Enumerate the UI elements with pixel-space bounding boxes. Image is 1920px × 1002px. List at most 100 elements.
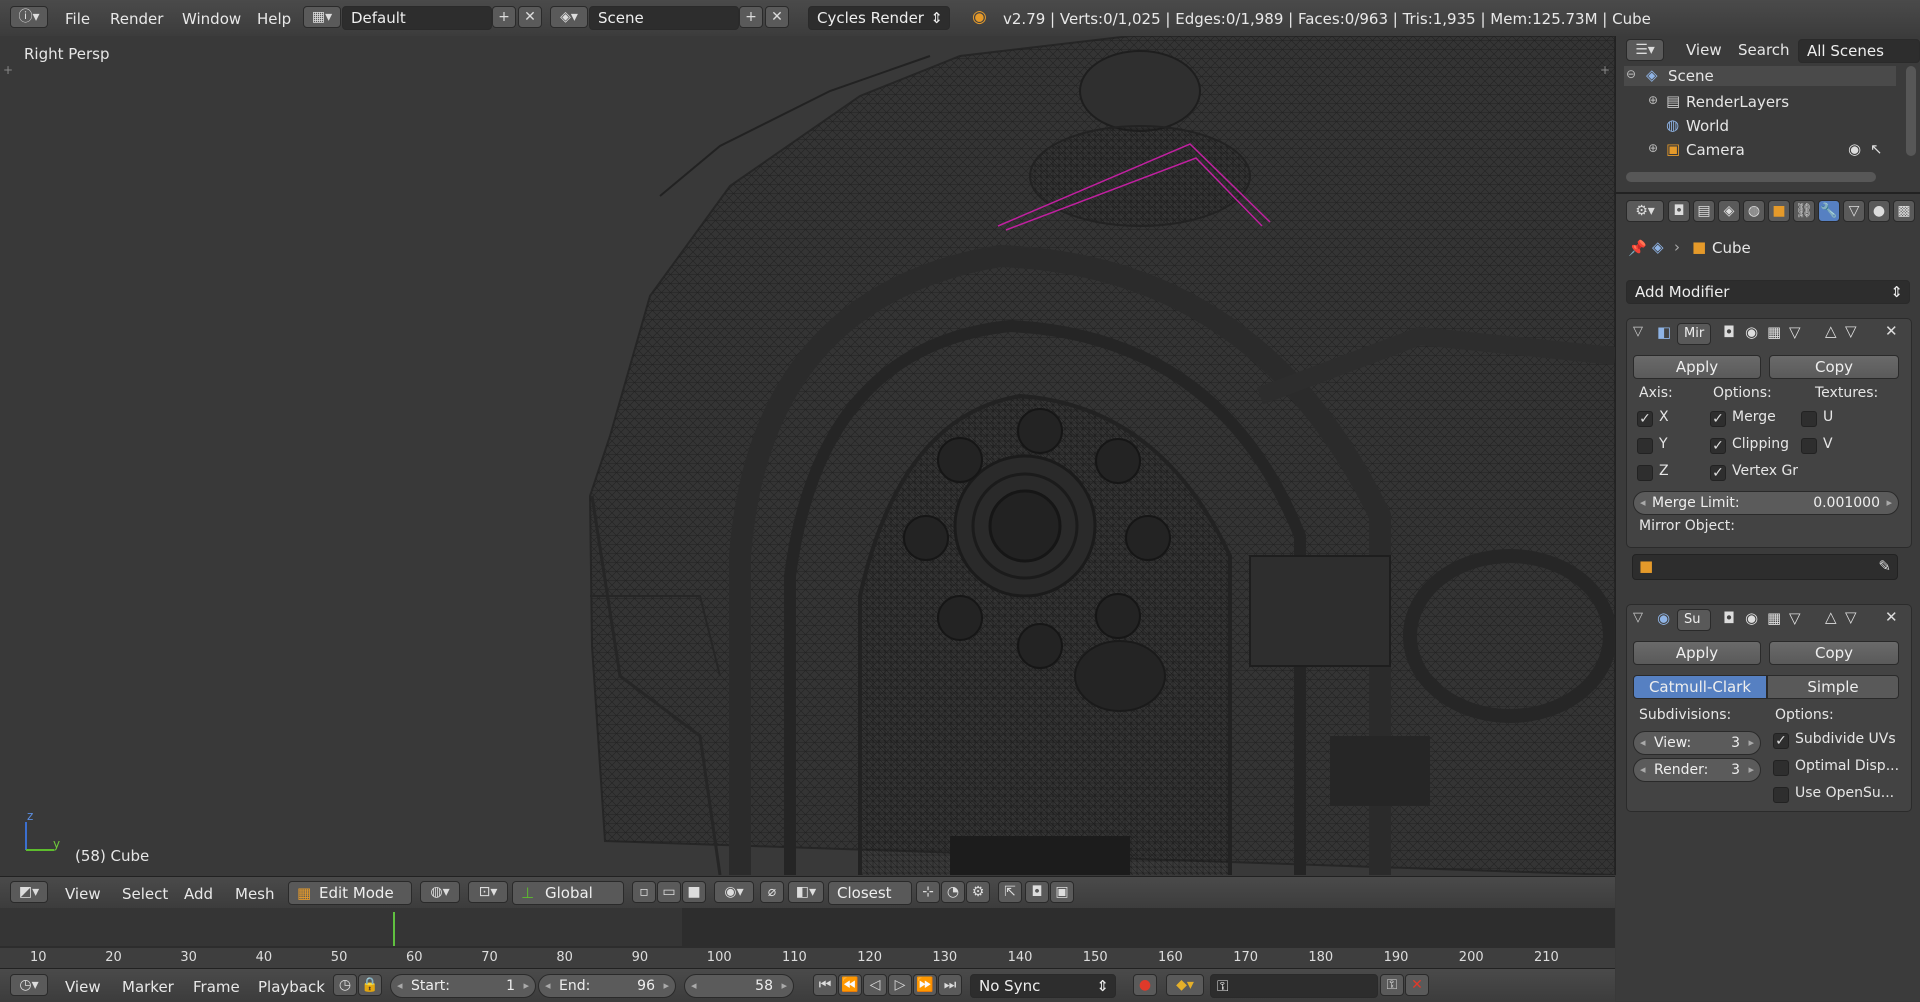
- outliner-row-camera[interactable]: ⊕ ▣ Camera ◉ ↖: [1624, 140, 1896, 160]
- menu-marker[interactable]: Marker: [122, 978, 174, 996]
- lock-range-icon[interactable]: 🔒: [358, 974, 382, 996]
- current-frame-field[interactable]: ◂ 58 ▸: [684, 974, 794, 998]
- properties-toggle-icon[interactable]: +: [1600, 63, 1610, 77]
- use-opensubdiv-checkbox[interactable]: [1773, 787, 1789, 803]
- toolshelf-toggle-icon[interactable]: +: [3, 63, 13, 77]
- modifiers-tab-icon[interactable]: 🔧: [1818, 200, 1840, 222]
- jump-prev-keyframe-icon[interactable]: ⏪: [838, 974, 862, 996]
- decrement-arrow-icon[interactable]: ◂: [1640, 732, 1646, 754]
- proportional-edit-icon[interactable]: ◉▾: [714, 881, 754, 903]
- outliner-row-renderlayers[interactable]: ⊕ ▤ RenderLayers: [1624, 92, 1896, 112]
- scene-tab-icon[interactable]: ◈: [1718, 200, 1740, 222]
- menu-window[interactable]: Window: [182, 10, 241, 28]
- outliner-row-scene[interactable]: ⊖ ◈ Scene: [1624, 66, 1896, 86]
- 3d-viewport[interactable]: Right Persp (58) Cube z y + +: [0, 36, 1616, 875]
- outliner-scrollbar-h[interactable]: [1626, 172, 1876, 182]
- menu-render[interactable]: Render: [110, 10, 163, 28]
- render-tab-icon[interactable]: ◘: [1668, 200, 1690, 222]
- outliner-editor-icon[interactable]: ☰▾: [1626, 39, 1664, 61]
- start-frame-field[interactable]: ◂ Start: 1 ▸: [390, 974, 536, 998]
- snap-self-icon[interactable]: ⚙: [966, 881, 990, 903]
- collapse-triangle-icon[interactable]: ▽: [1633, 610, 1643, 625]
- move-down-icon[interactable]: ▽: [1845, 322, 1857, 340]
- increment-arrow-icon[interactable]: ▸: [1748, 759, 1754, 781]
- decrement-arrow-icon[interactable]: ◂: [397, 975, 403, 997]
- increment-arrow-icon[interactable]: ▸: [663, 975, 669, 997]
- menu-frame[interactable]: Frame: [193, 978, 240, 996]
- eyedropper-icon[interactable]: ✎: [1878, 557, 1891, 575]
- selectability-cursor-icon[interactable]: ↖: [1870, 140, 1883, 158]
- increment-arrow-icon[interactable]: ▸: [1886, 492, 1892, 514]
- snap-align-icon[interactable]: ⊹: [916, 881, 940, 903]
- snap-element-icon[interactable]: ◧▾: [788, 881, 824, 903]
- add-modifier-select[interactable]: Add Modifier ⇕: [1626, 280, 1910, 304]
- add-scene-icon[interactable]: +: [739, 6, 763, 28]
- scene-field[interactable]: Scene: [589, 6, 739, 30]
- pin-icon[interactable]: 📌: [1628, 239, 1647, 257]
- data-tab-icon[interactable]: ▽: [1843, 200, 1865, 222]
- cage-icon[interactable]: ▽: [1789, 609, 1801, 627]
- viewport-eye-icon[interactable]: ◉: [1745, 323, 1758, 341]
- add-screen-icon[interactable]: +: [492, 6, 516, 28]
- decrement-arrow-icon[interactable]: ◂: [691, 975, 697, 997]
- face-select-icon[interactable]: ■: [682, 881, 706, 903]
- render-preview-icon[interactable]: ◘: [1025, 881, 1049, 903]
- menu-file[interactable]: File: [65, 10, 90, 28]
- jump-next-keyframe-icon[interactable]: ⏩: [913, 974, 937, 996]
- playhead[interactable]: [393, 912, 395, 946]
- texture-tab-icon[interactable]: ▩: [1893, 200, 1915, 222]
- texture-v-checkbox[interactable]: [1801, 438, 1817, 454]
- increment-arrow-icon[interactable]: ▸: [523, 975, 529, 997]
- render-animation-icon[interactable]: ▣: [1050, 881, 1074, 903]
- move-up-icon[interactable]: △: [1825, 608, 1837, 626]
- move-down-icon[interactable]: ▽: [1845, 608, 1857, 626]
- scene-icon[interactable]: ◈▾: [550, 6, 588, 28]
- viewport-eye-icon[interactable]: ◉: [1745, 609, 1758, 627]
- outliner-menu-view[interactable]: View: [1686, 41, 1722, 59]
- auto-keying-record-icon[interactable]: ●: [1133, 974, 1157, 996]
- timeline-editor-icon[interactable]: ◷▾: [10, 974, 48, 996]
- active-keying-set-field[interactable]: ⚿: [1210, 974, 1378, 998]
- expand-icon[interactable]: ⊕: [1648, 93, 1658, 107]
- transform-orientation-select[interactable]: ⊥ Global: [512, 881, 624, 905]
- axis-x-checkbox[interactable]: ✓: [1637, 411, 1653, 427]
- outliner-row-world[interactable]: ◍ World: [1624, 116, 1896, 136]
- collapse-icon[interactable]: ⊖: [1626, 67, 1636, 81]
- end-frame-field[interactable]: ◂ End: 96 ▸: [538, 974, 676, 998]
- menu-select[interactable]: Select: [122, 885, 168, 903]
- subdiv-render-field[interactable]: ◂ Render: 3 ▸: [1633, 758, 1761, 782]
- play-icon[interactable]: ▷: [888, 974, 912, 996]
- insert-keyframe-icon[interactable]: ⚿: [1380, 974, 1404, 996]
- menu-view[interactable]: View: [65, 885, 101, 903]
- material-tab-icon[interactable]: ●: [1868, 200, 1890, 222]
- outliner-filter-select[interactable]: All Scenes: [1798, 39, 1920, 63]
- decrement-arrow-icon[interactable]: ◂: [545, 975, 551, 997]
- play-reverse-icon[interactable]: ◁: [863, 974, 887, 996]
- mirror-name-field[interactable]: Mir: [1677, 323, 1711, 345]
- increment-arrow-icon[interactable]: ▸: [781, 975, 787, 997]
- increment-arrow-icon[interactable]: ▸: [1748, 732, 1754, 754]
- screen-layout-icon[interactable]: ▦▾: [303, 6, 341, 28]
- snap-target-select[interactable]: Closest: [828, 881, 912, 905]
- delete-keyframe-icon[interactable]: ✕: [1405, 974, 1429, 996]
- layers-icon[interactable]: ⇱: [998, 881, 1022, 903]
- sync-select[interactable]: No Sync ⇕: [970, 974, 1116, 998]
- axis-y-checkbox[interactable]: [1637, 438, 1653, 454]
- outliner-menu-search[interactable]: Search: [1738, 41, 1790, 59]
- optimal-display-checkbox[interactable]: [1773, 760, 1789, 776]
- jump-start-icon[interactable]: ⏮: [813, 974, 837, 996]
- object-tab-icon[interactable]: ■: [1768, 200, 1790, 222]
- axis-z-checkbox[interactable]: [1637, 465, 1653, 481]
- render-engine-select[interactable]: Cycles Render ⇕: [808, 6, 950, 30]
- visibility-eye-icon[interactable]: ◉: [1848, 140, 1861, 158]
- keying-set-icon[interactable]: ◆▾: [1166, 974, 1204, 996]
- remove-modifier-icon[interactable]: ✕: [1885, 322, 1898, 340]
- expand-icon[interactable]: ⊕: [1648, 141, 1658, 155]
- preview-range-icon[interactable]: ◷: [333, 974, 357, 996]
- pivot-point-icon[interactable]: ⊡▾: [468, 881, 508, 903]
- menu-add[interactable]: Add: [184, 885, 213, 903]
- remove-scene-icon[interactable]: ✕: [765, 6, 789, 28]
- remove-screen-icon[interactable]: ✕: [518, 6, 542, 28]
- subdiv-view-field[interactable]: ◂ View: 3 ▸: [1633, 731, 1761, 755]
- subsurf-copy-button[interactable]: Copy: [1769, 641, 1899, 665]
